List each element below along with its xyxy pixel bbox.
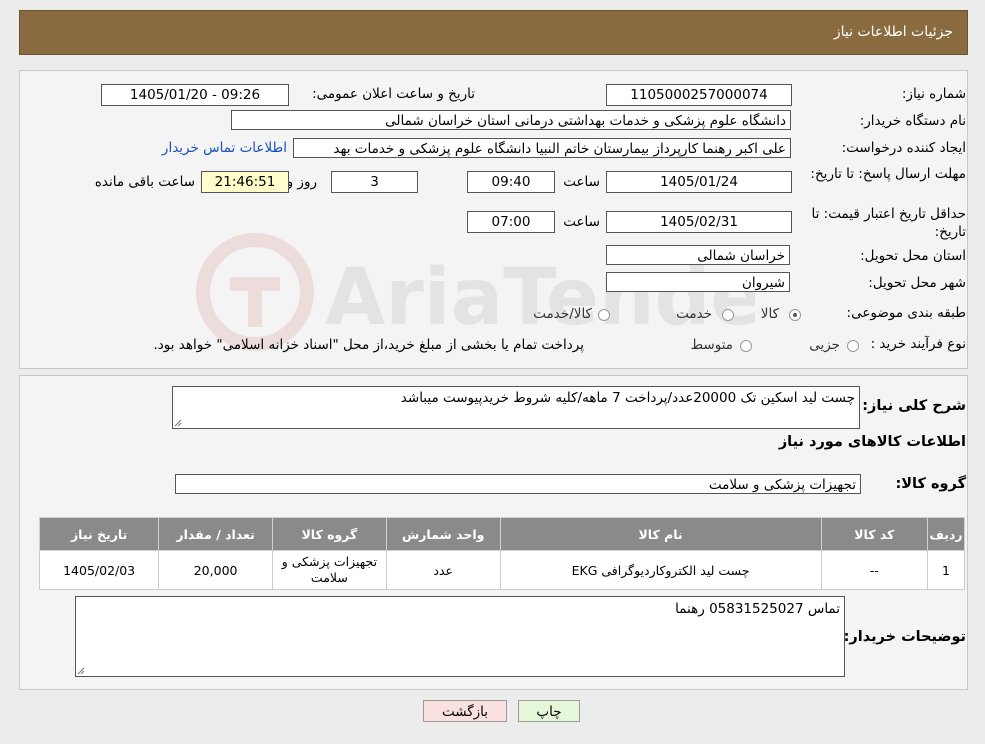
days-field: 3 xyxy=(331,171,418,193)
process-radio-minor[interactable] xyxy=(847,340,859,352)
province-label: استان محل تحویل: xyxy=(860,248,966,264)
category-radio-service[interactable] xyxy=(722,309,734,321)
buyer-org-field: دانشگاه علوم پزشکی و خدمات بهداشتی درمان… xyxy=(231,110,791,130)
buyer-notes-field: تماس 05831525027 رهنما xyxy=(75,596,845,677)
remaining-label: ساعت باقی مانده xyxy=(94,174,195,190)
buyer-notes-text: تماس 05831525027 رهنما xyxy=(675,601,840,617)
cell-quantity: 20,000 xyxy=(158,550,273,590)
price-validity-time-field: 07:00 xyxy=(467,211,555,233)
goods-table: ردیف کد کالا نام کالا واحد شمارش گروه کا… xyxy=(38,517,965,590)
process-radio-medium[interactable] xyxy=(740,340,752,352)
col-group: گروه کالا xyxy=(272,517,387,551)
need-number-field: 1105000257000074 xyxy=(606,84,792,106)
goods-info-title: اطلاعات کالاهای مورد نیاز xyxy=(778,434,966,450)
cell-row: 1 xyxy=(927,550,965,590)
watermark-text: AriaTender.neT xyxy=(325,253,755,343)
requester-label: ایجاد کننده درخواست: xyxy=(841,140,966,156)
buyer-contact-link[interactable]: اطلاعات تماس خریدار xyxy=(162,140,287,156)
city-field: شیروان xyxy=(606,272,790,292)
resize-grip-icon[interactable] xyxy=(77,667,85,675)
price-validity-date-field: 1405/02/31 xyxy=(606,211,792,233)
col-code: کد کالا xyxy=(820,517,929,551)
col-row: ردیف xyxy=(927,517,965,551)
cell-code: -- xyxy=(820,550,929,590)
process-option-minor: جزیی xyxy=(809,337,840,353)
cell-group: تجهیزات پزشکی و سلامت xyxy=(272,550,387,590)
city-label: شهر محل تحویل: xyxy=(868,275,966,291)
col-quantity: تعداد / مقدار xyxy=(158,517,273,551)
cell-date: 1405/02/03 xyxy=(38,550,160,590)
remaining-time-field: 21:46:51 xyxy=(201,171,289,193)
deadline-date-field: 1405/01/24 xyxy=(606,171,792,193)
resize-grip-icon[interactable] xyxy=(174,419,182,427)
deadline-label: مهلت ارسال پاسخ: تا تاریخ: xyxy=(810,166,966,182)
deadline-time-field: 09:40 xyxy=(467,171,555,193)
days-label: روز و xyxy=(286,174,317,190)
price-validity-label: حداقل تاریخ اعتبار قیمت: تا تاریخ: xyxy=(811,206,966,240)
category-option-service: خدمت xyxy=(676,306,712,322)
table-row: 1 -- چست لید الکتروکاردیوگرافی EKG عدد ت… xyxy=(38,550,965,590)
deadline-time-label: ساعت xyxy=(563,174,600,190)
requester-field: علی اکبر رهنما کارپرداز بیمارستان خاتم ا… xyxy=(293,138,791,158)
announce-field: 1405/01/20 - 09:26 xyxy=(101,84,289,106)
page-title: جزئیات اطلاعات نیاز xyxy=(833,24,953,40)
price-validity-time-label: ساعت xyxy=(563,214,600,230)
page-header: جزئیات اطلاعات نیاز xyxy=(19,10,968,55)
back-button[interactable]: بازگشت xyxy=(423,700,507,722)
process-note: پرداخت تمام یا بخشی از مبلغ خرید،از محل … xyxy=(153,337,584,353)
buyer-org-label: نام دستگاه خریدار: xyxy=(859,113,966,129)
process-option-medium: متوسط xyxy=(690,337,733,353)
announce-label: تاریخ و ساعت اعلان عمومی: xyxy=(312,86,475,102)
goods-group-label: گروه کالا: xyxy=(895,476,966,492)
table-header-row: ردیف کد کالا نام کالا واحد شمارش گروه کا… xyxy=(38,517,965,551)
buyer-notes-label: توضیحات خریدار: xyxy=(843,629,966,645)
category-label: طبقه بندی موضوعی: xyxy=(846,305,966,321)
category-radio-goods[interactable] xyxy=(789,309,801,321)
process-label: نوع فرآیند خرید : xyxy=(870,336,966,352)
cell-name: چست لید الکتروکاردیوگرافی EKG xyxy=(499,550,822,590)
summary-text: چست لید اسکین تک 20000عدد/پرداخت 7 ماهه/… xyxy=(400,390,855,406)
col-unit: واحد شمارش xyxy=(385,517,501,551)
summary-label: شرح کلی نیاز: xyxy=(862,398,966,414)
summary-field: چست لید اسکین تک 20000عدد/پرداخت 7 ماهه/… xyxy=(172,386,860,429)
cell-unit: عدد xyxy=(385,550,501,590)
category-radio-goods-service[interactable] xyxy=(598,309,610,321)
col-name: نام کالا xyxy=(499,517,822,551)
col-date: تاریخ نیاز xyxy=(38,517,160,551)
print-button[interactable]: چاپ xyxy=(518,700,580,722)
category-option-goods-service: کالا/خدمت xyxy=(533,306,592,322)
goods-group-field: تجهیزات پزشکی و سلامت xyxy=(175,474,861,494)
need-number-label: شماره نیاز: xyxy=(901,86,966,102)
category-option-goods: کالا xyxy=(760,306,779,322)
province-field: خراسان شمالی xyxy=(606,245,790,265)
